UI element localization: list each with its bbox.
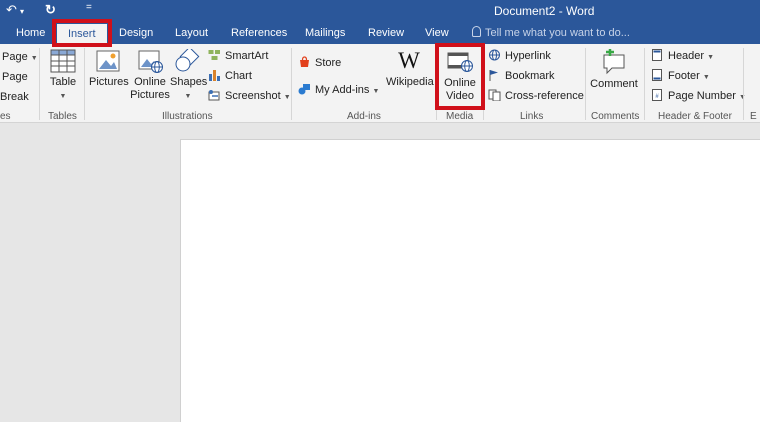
tab-mailings[interactable]: Mailings <box>305 25 345 44</box>
group-separator <box>743 48 744 120</box>
hyperlink-icon <box>489 49 500 61</box>
group-separator <box>585 48 586 120</box>
tab-view[interactable]: View <box>425 25 449 44</box>
undo-dropdown-icon[interactable]: ▾ <box>20 7 24 16</box>
my-addins-icon <box>298 84 310 95</box>
wikipedia-label: Wikipedia <box>386 76 434 88</box>
wikipedia-button[interactable]: W Wikipedia <box>386 48 434 89</box>
my-addins-button[interactable]: My Add-ins ▼ <box>298 81 379 99</box>
cross-reference-button[interactable]: Cross-reference <box>488 87 584 105</box>
comment-button[interactable]: Comment <box>589 49 639 91</box>
footer-icon <box>652 69 662 81</box>
footer-button[interactable]: Footer ▼ <box>651 67 710 85</box>
screenshot-icon <box>208 90 220 101</box>
tell-me-box[interactable]: Tell me what you want to do... <box>472 25 630 42</box>
group-label-illustrations: Illustrations <box>162 111 213 122</box>
group-separator <box>39 48 40 120</box>
group-label-pages: es <box>0 111 11 122</box>
header-button[interactable]: Header ▼ <box>651 47 714 65</box>
cross-reference-icon <box>488 89 501 101</box>
document-canvas <box>0 124 760 422</box>
online-pictures-label-1: Online <box>134 76 166 88</box>
table-button[interactable]: Table ▼ <box>46 49 80 103</box>
window-title: Document2 - Word <box>494 4 595 18</box>
tab-home[interactable]: Home <box>16 25 45 44</box>
wikipedia-icon: W <box>398 48 420 73</box>
group-label-media: Media <box>446 111 474 122</box>
page-break-button[interactable]: Break <box>0 88 29 106</box>
pictures-label: Pictures <box>89 76 129 88</box>
document-page[interactable] <box>180 139 760 422</box>
header-icon <box>652 49 662 61</box>
customize-qat-icon[interactable]: = <box>86 2 92 13</box>
lightbulb-icon <box>472 26 481 37</box>
chart-button[interactable]: Chart <box>208 67 252 85</box>
online-pictures-label-2: Pictures <box>130 89 170 101</box>
smartart-icon <box>208 50 220 60</box>
group-label-links: Links <box>520 111 544 122</box>
group-separator <box>84 48 85 120</box>
page-number-icon: # <box>652 89 662 101</box>
group-separator <box>291 48 292 120</box>
tab-design[interactable]: Design <box>119 25 153 44</box>
ribbon-insert: Page ▼ Page Break es Table ▼ Tables Pictu… <box>0 44 760 123</box>
tab-review[interactable]: Review <box>368 25 404 44</box>
pictures-icon <box>96 50 120 72</box>
group-separator <box>644 48 645 120</box>
title-bar: ↶ ▾ ↻ = Document2 - Word <box>0 0 760 22</box>
table-icon <box>50 49 76 73</box>
group-label-tables: Tables <box>48 111 77 122</box>
shapes-label: Shapes <box>170 76 208 88</box>
cover-page-button[interactable]: Page ▼ <box>2 48 38 66</box>
chart-icon <box>209 70 220 81</box>
store-button[interactable]: Store <box>298 54 341 72</box>
online-pictures-button[interactable]: Online Pictures <box>130 49 170 102</box>
group-label-header-footer: Header & Footer <box>658 111 732 122</box>
insert-tab-highlight <box>52 19 112 47</box>
bookmark-button[interactable]: Bookmark <box>488 67 555 85</box>
comment-label: Comment <box>590 78 638 90</box>
bookmark-icon <box>489 70 498 81</box>
comment-icon <box>603 49 625 75</box>
ribbon-tabs: Home Insert Design Layout References Mai… <box>0 22 760 45</box>
shapes-button[interactable]: Shapes ▼ <box>170 49 208 103</box>
tab-references[interactable]: References <box>231 25 287 44</box>
online-pictures-icon <box>138 50 163 73</box>
tab-layout[interactable]: Layout <box>175 25 208 44</box>
table-label: Table <box>49 76 77 88</box>
redo-icon[interactable]: ↻ <box>45 2 56 18</box>
hyperlink-button[interactable]: Hyperlink <box>488 47 551 65</box>
store-icon <box>300 56 309 67</box>
undo-icon[interactable]: ↶ <box>6 2 17 18</box>
smartart-button[interactable]: SmartArt <box>208 47 268 65</box>
pictures-button[interactable]: Pictures <box>89 49 129 89</box>
tell-me-placeholder: Tell me what you want to do... <box>485 27 630 39</box>
page-number-button[interactable]: #Page Number ▼ <box>651 87 746 105</box>
group-label-text: E <box>750 111 757 122</box>
screenshot-button[interactable]: Screenshot ▼ <box>208 87 291 105</box>
shapes-icon <box>175 49 200 72</box>
online-video-highlight <box>435 43 485 110</box>
group-label-addins: Add-ins <box>347 111 381 122</box>
group-label-comments: Comments <box>591 111 640 122</box>
blank-page-button[interactable]: Page <box>2 68 28 86</box>
